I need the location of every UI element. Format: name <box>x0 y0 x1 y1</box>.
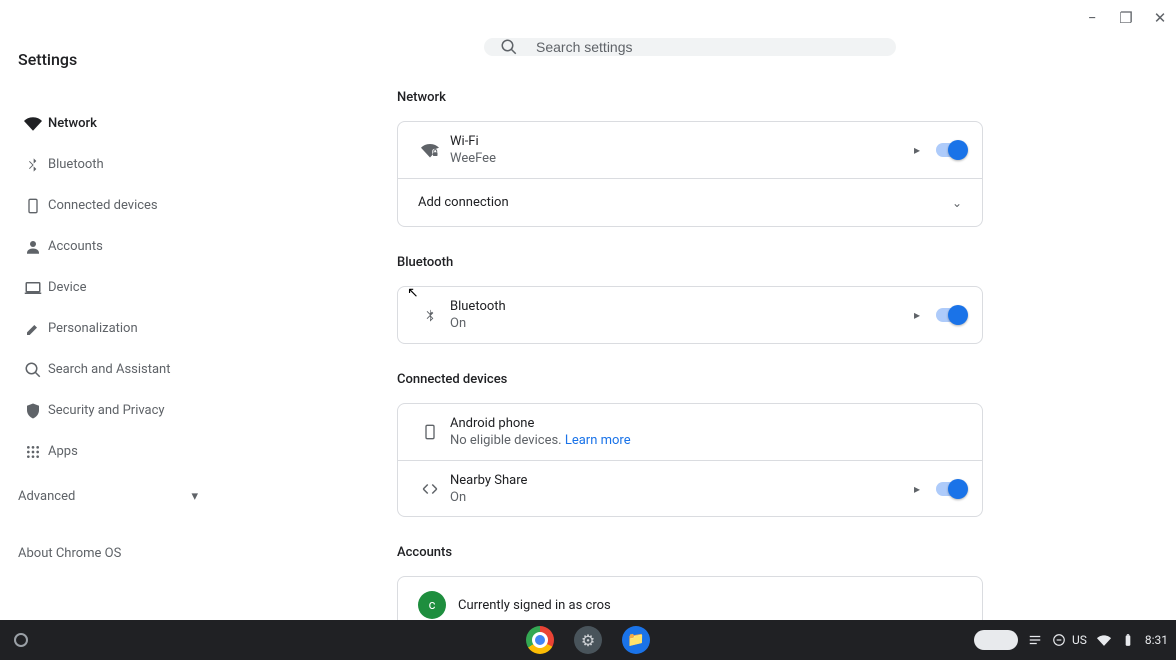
nearby-texts: Nearby Share On <box>450 473 914 505</box>
network-card: Wi-Fi WeeFee ▸ Add connection ⌄ <box>397 121 983 227</box>
notifications-icon[interactable] <box>1028 633 1042 647</box>
settings-app-icon[interactable]: ⚙ <box>574 626 602 654</box>
bluetooth-row[interactable]: Bluetooth On ▸ <box>398 287 982 343</box>
sidebar-item-bluetooth[interactable]: Bluetooth <box>18 144 260 185</box>
chevron-down-icon: ⌄ <box>952 196 962 210</box>
chevron-right-icon: ▸ <box>914 308 920 322</box>
sidebar-item-network[interactable]: Network <box>18 103 260 144</box>
edit-icon <box>18 321 48 337</box>
android-status: No eligible devices. Learn more <box>450 433 966 448</box>
learn-more-link[interactable]: Learn more <box>565 433 631 448</box>
chevron-right-icon: ▸ <box>914 482 920 496</box>
sidebar-item-accounts[interactable]: Accounts <box>18 226 260 267</box>
advanced-toggle[interactable]: Advanced ▾ <box>18 476 198 516</box>
connected-card: Android phone No eligible devices. Learn… <box>397 403 983 517</box>
wifi-toggle[interactable] <box>936 143 966 157</box>
phone-icon <box>18 198 48 214</box>
sidebar-item-label: Accounts <box>48 239 103 254</box>
add-connection-row[interactable]: Add connection ⌄ <box>398 178 982 226</box>
bluetooth-icon <box>414 307 446 323</box>
nearby-title: Nearby Share <box>450 473 914 488</box>
battery-tray-icon[interactable] <box>1121 633 1135 647</box>
files-app-icon[interactable]: 📁 <box>622 626 650 654</box>
person-icon <box>18 238 48 256</box>
wifi-ssid: WeeFee <box>450 151 914 166</box>
ime-indicator[interactable]: US <box>1052 633 1087 647</box>
android-phone-row[interactable]: Android phone No eligible devices. Learn… <box>398 404 982 460</box>
sidebar-item-label: Apps <box>48 444 78 459</box>
sidebar-item-label: Network <box>48 116 97 131</box>
laptop-icon <box>18 279 48 297</box>
system-tray[interactable]: US 8:31 <box>974 630 1168 650</box>
avatar: c <box>418 591 446 619</box>
wifi-row[interactable]: Wi-Fi WeeFee ▸ <box>398 122 982 178</box>
bluetooth-texts: Bluetooth On <box>450 299 914 331</box>
wifi-texts: Wi-Fi WeeFee <box>450 134 914 166</box>
page-title: Settings <box>18 50 260 69</box>
search-icon <box>500 38 518 56</box>
stylus-tools-icon[interactable] <box>974 630 1018 650</box>
bluetooth-status: On <box>450 316 914 331</box>
sidebar-item-label: Bluetooth <box>48 157 104 172</box>
sidebar-item-label: Search and Assistant <box>48 362 171 377</box>
sidebar-item-label: Security and Privacy <box>48 403 165 418</box>
wifi-lock-icon <box>414 141 446 159</box>
sidebar-item-security-privacy[interactable]: Security and Privacy <box>18 390 260 431</box>
wifi-tray-icon[interactable] <box>1097 633 1111 647</box>
about-chrome-os-link[interactable]: About Chrome OS <box>18 546 260 561</box>
chrome-app-icon[interactable] <box>526 626 554 654</box>
main-area: Network Wi-Fi WeeFee ▸ Add connection ⌄ … <box>260 0 1176 620</box>
bluetooth-title: Bluetooth <box>450 299 914 314</box>
add-connection-label: Add connection <box>418 195 952 210</box>
wifi-title: Wi-Fi <box>450 134 914 149</box>
clock[interactable]: 8:31 <box>1145 633 1168 647</box>
nearby-share-row[interactable]: Nearby Share On ▸ <box>398 460 982 516</box>
sidebar-item-personalization[interactable]: Personalization <box>18 308 260 349</box>
chevron-right-icon: ▸ <box>914 143 920 157</box>
chevron-down-icon: ▾ <box>191 489 198 504</box>
search-box[interactable] <box>484 38 896 56</box>
nearby-status: On <box>450 490 914 505</box>
shelf-apps: ⚙ 📁 <box>526 626 650 654</box>
nearby-share-icon <box>414 480 446 498</box>
android-texts: Android phone No eligible devices. Learn… <box>450 416 966 448</box>
section-title-network: Network <box>397 90 983 105</box>
sidebar-item-label: Personalization <box>48 321 138 336</box>
bluetooth-card: Bluetooth On ▸ <box>397 286 983 344</box>
account-texts: Currently signed in as cros <box>458 598 966 613</box>
section-title-bluetooth: Bluetooth <box>397 255 983 270</box>
sidebar-item-apps[interactable]: Apps <box>18 431 260 472</box>
search-input[interactable] <box>536 39 888 55</box>
content: Network Wi-Fi WeeFee ▸ Add connection ⌄ … <box>397 82 983 634</box>
section-title-accounts: Accounts <box>397 545 983 560</box>
section-title-connected: Connected devices <box>397 372 983 387</box>
apps-grid-icon <box>18 444 48 460</box>
android-title: Android phone <box>450 416 966 431</box>
sidebar: Settings Network Bluetooth Connected dev… <box>0 0 260 660</box>
bluetooth-toggle[interactable] <box>936 308 966 322</box>
sidebar-item-connected-devices[interactable]: Connected devices <box>18 185 260 226</box>
wifi-icon <box>18 115 48 133</box>
advanced-label: Advanced <box>18 489 75 504</box>
phone-icon <box>414 424 446 440</box>
bluetooth-icon <box>18 157 48 173</box>
sidebar-item-label: Device <box>48 280 87 295</box>
ime-label: US <box>1072 633 1087 647</box>
taskbar: ⚙ 📁 US 8:31 <box>0 620 1176 660</box>
sidebar-item-device[interactable]: Device <box>18 267 260 308</box>
sidebar-item-label: Connected devices <box>48 198 158 213</box>
launcher-button[interactable] <box>14 633 28 647</box>
sidebar-item-search-assistant[interactable]: Search and Assistant <box>18 349 260 390</box>
nearby-toggle[interactable] <box>936 482 966 496</box>
shield-icon <box>18 402 48 420</box>
signed-in-label: Currently signed in as cros <box>458 598 966 613</box>
nav-list: Network Bluetooth Connected devices Acco… <box>18 103 260 472</box>
search-icon <box>18 361 48 379</box>
